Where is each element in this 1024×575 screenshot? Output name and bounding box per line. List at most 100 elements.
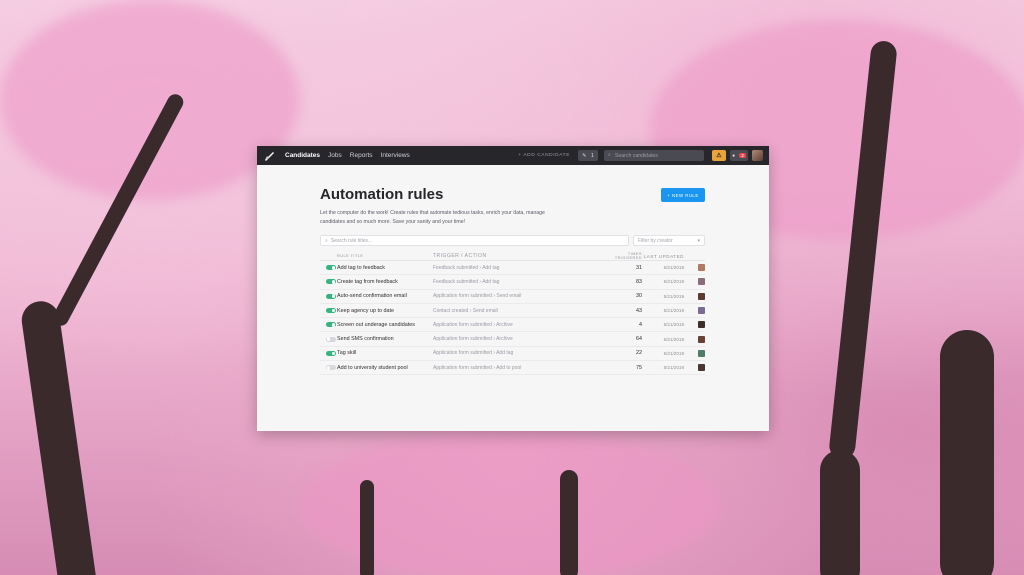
table-header: RULE TITLE TRIGGER / ACTION TIMES TRIGGE… [320,252,705,261]
times-triggered: 22 [636,350,642,357]
rule-toggle[interactable] [326,322,336,328]
warning-icon[interactable]: ⚠ [712,150,726,161]
rule-toggle[interactable] [326,336,336,342]
pen-button[interactable]: ✎ 1 [578,150,598,161]
avatar-cell [684,321,705,329]
last-updated: 5/21/2019 [663,279,684,285]
avatar-cell [684,307,705,315]
creator-filter-select[interactable]: Filter by creator ▾ [633,235,705,246]
times-triggered: 83 [636,278,642,285]
avatar-cell [684,278,705,286]
rule-trigger: Contact created › Send email [433,307,498,314]
nav-jobs[interactable]: Jobs [328,152,342,159]
last-updated: 5/21/2019 [663,365,684,371]
avatar [698,321,705,329]
toggle-cell [320,308,337,314]
nav-candidates[interactable]: Candidates [285,152,320,159]
table-row[interactable]: Tag skill Application form submitted › Ad… [320,347,705,362]
last-updated: 5/21/2019 [663,336,684,342]
rule-title[interactable]: Keep agency up to date [337,308,433,314]
rule-trigger: Feedback submitted › Add tag [433,278,500,285]
filter-bar: ⌕ Search rule titles... Filter by creato… [320,235,705,246]
rule-trigger: Application form submitted › Archive [433,336,513,343]
rule-search-placeholder: Search rule titles... [330,237,373,244]
avatar [698,349,705,357]
rule-toggle[interactable] [326,279,336,285]
toggle-cell [320,265,337,271]
avatar [698,307,705,315]
search-icon: ⌕ [608,152,611,158]
last-updated: 5/21/2019 [663,265,684,271]
rule-title[interactable]: Add tag to feedback [337,265,433,271]
table-row[interactable]: Add to university student pool Applicatio… [320,361,705,376]
rule-toggle[interactable] [326,265,336,271]
pen-icon: ✎ [582,152,587,159]
times-triggered: 31 [636,264,642,271]
rule-toggle[interactable] [326,350,336,356]
avatar [698,278,705,286]
user-avatar[interactable] [752,150,763,161]
rule-title[interactable]: Add to university student pool [337,365,433,371]
times-triggered: 30 [636,293,642,300]
creator-filter-placeholder: Filter by creator [638,237,673,244]
last-updated: 5/21/2019 [663,322,684,328]
rule-title[interactable]: Send SMS confirmation [337,336,433,342]
times-triggered: 64 [636,336,642,343]
toggle-cell [320,350,337,356]
rule-title[interactable]: Screen out underage candidates [337,322,433,328]
last-updated: 5/21/2019 [663,308,684,314]
rule-search-input[interactable]: ⌕ Search rule titles... [320,235,629,246]
avatar-cell [684,364,705,372]
table-row[interactable]: Create tag from feedback Feedback submitt… [320,275,705,290]
rule-toggle[interactable] [326,308,336,314]
top-navbar: Candidates Jobs Reports Interviews + ADD… [257,146,769,165]
avatar [698,364,705,372]
page-description: Let the computer do the work! Create rul… [320,210,545,225]
rule-toggle[interactable] [326,293,336,299]
table-row[interactable]: Screen out underage candidates Applicatio… [320,318,705,333]
toggle-cell [320,322,337,328]
header-rule-title[interactable]: RULE TITLE [337,254,433,258]
nav-interviews[interactable]: Interviews [381,152,410,159]
avatar [698,335,705,343]
rule-title[interactable]: Auto-send confirmation email [337,293,433,299]
header-trigger[interactable]: TRIGGER / ACTION [433,253,606,259]
rule-trigger: Application form submitted › Send email [433,293,522,300]
nav-reports[interactable]: Reports [350,152,373,159]
avatar-cell [684,335,705,343]
table-row[interactable]: Add tag to feedback Feedback submitted › … [320,261,705,276]
chevron-down-icon: ▾ [697,237,700,244]
new-rule-button[interactable]: + NEW RULE [661,188,705,202]
times-triggered: 75 [636,364,642,371]
rule-toggle[interactable] [326,365,336,371]
header-updated[interactable]: LAST UPDATED [642,254,684,259]
toggle-cell [320,293,337,299]
toggle-cell [320,365,337,371]
rule-trigger: Application form submitted › Add to pool [433,364,522,371]
rule-trigger: Feedback submitted › Add tag [433,264,500,271]
bell-icon: ● [732,152,736,159]
avatar [698,264,705,272]
toggle-cell [320,336,337,342]
notifications-button[interactable]: ● 2 [730,150,748,161]
rule-trigger: Application form submitted › Add tag [433,350,514,357]
candidate-search-input[interactable]: ⌕ Search candidates [604,150,704,161]
toggle-cell [320,279,337,285]
notification-count: 2 [739,153,746,158]
avatar-cell [684,264,705,272]
table-row[interactable]: Auto-send confirmation email Application … [320,290,705,304]
logo-icon[interactable] [263,150,275,162]
rule-trigger: Application form submitted › Archive [433,321,513,328]
table-row[interactable]: Send SMS confirmation Application form su… [320,332,705,347]
pen-count: 1 [590,152,594,159]
table-row[interactable]: Keep agency up to date Contact created › … [320,304,705,319]
times-triggered: 43 [636,307,642,314]
header-times[interactable]: TIMES TRIGGERED [606,252,642,260]
add-candidate-button[interactable]: + ADD CANDIDATE [518,153,570,158]
rules-table: Add tag to feedback Feedback submitted › … [320,261,705,376]
search-icon: ⌕ [325,237,328,244]
rule-title[interactable]: Create tag from feedback [337,279,433,285]
times-triggered: 4 [639,321,642,328]
rule-title[interactable]: Tag skill [337,350,433,356]
last-updated: 5/21/2019 [663,293,684,299]
